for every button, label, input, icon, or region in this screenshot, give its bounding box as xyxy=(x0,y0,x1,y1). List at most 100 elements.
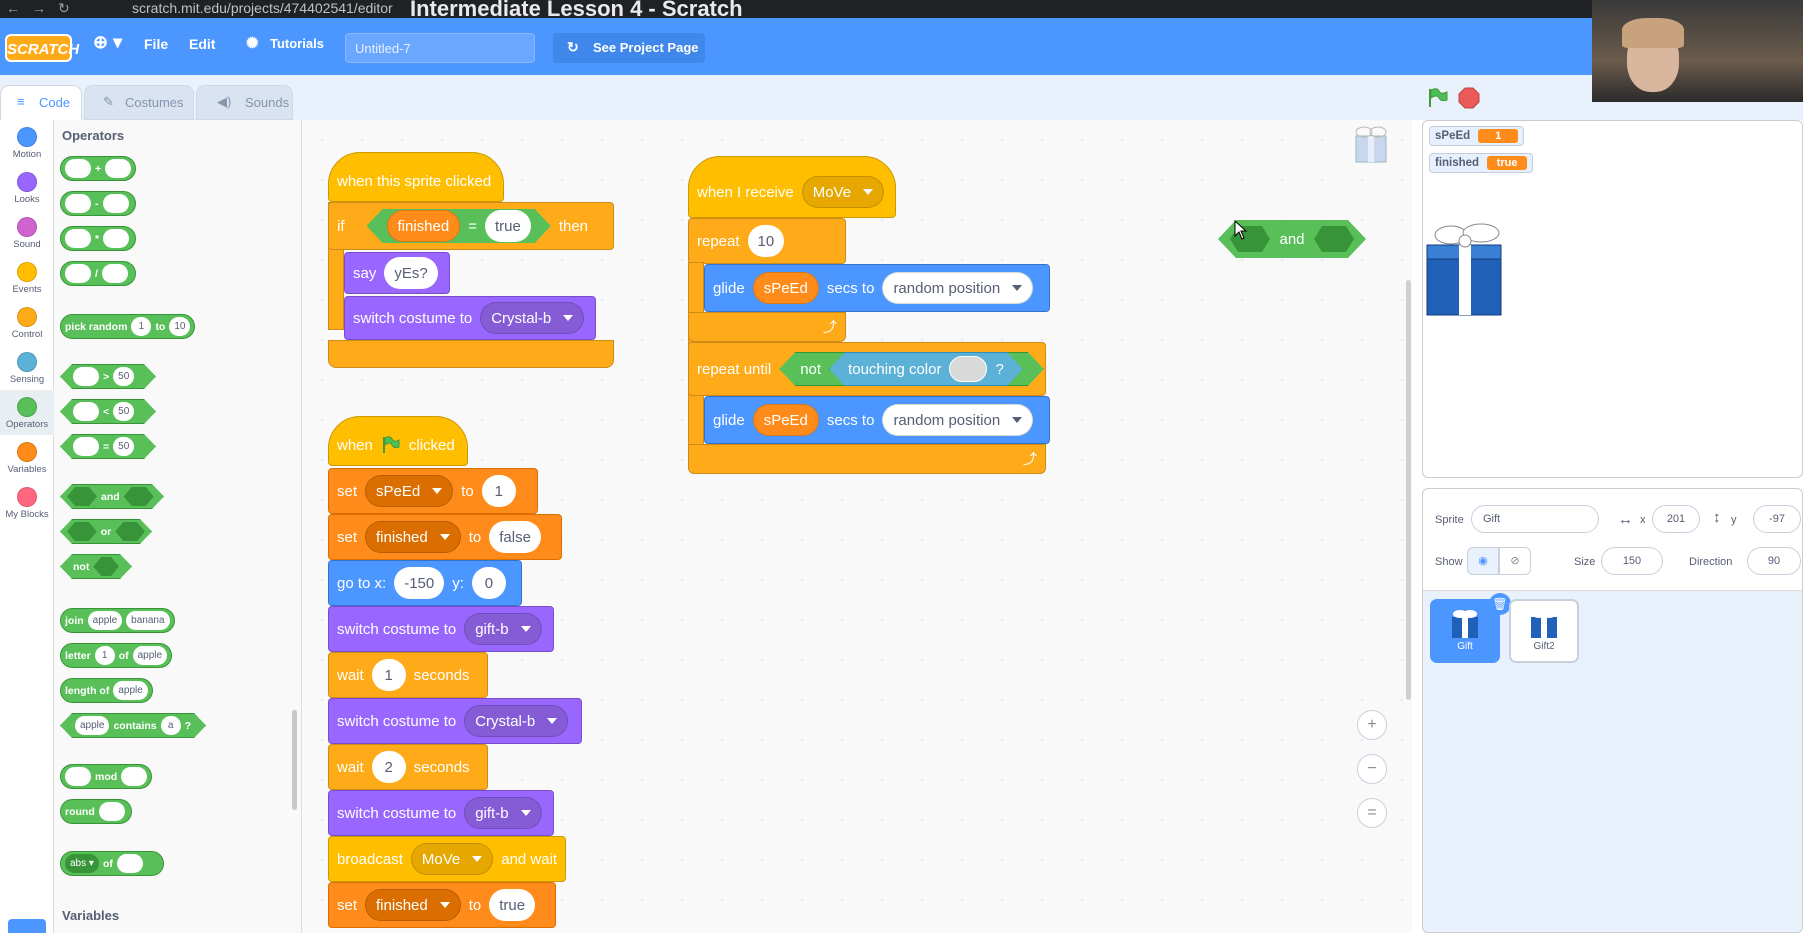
zoom-out-button[interactable]: − xyxy=(1357,754,1387,784)
slot[interactable] xyxy=(65,229,91,248)
value-input[interactable]: 1 xyxy=(481,475,516,507)
add-block[interactable]: + xyxy=(60,156,136,181)
extension-button[interactable] xyxy=(8,919,46,933)
slot[interactable] xyxy=(67,522,97,541)
say-input[interactable]: yEs? xyxy=(384,257,438,289)
category-looks[interactable]: Looks xyxy=(0,165,54,210)
costume-dropdown[interactable]: gift-b xyxy=(464,613,542,645)
slot[interactable]: apple xyxy=(132,646,168,665)
slot[interactable] xyxy=(103,229,130,248)
wait-input[interactable]: 2 xyxy=(371,751,406,783)
file-menu[interactable]: File xyxy=(144,36,168,52)
edit-menu[interactable]: Edit xyxy=(189,36,215,52)
variable-dropdown[interactable]: finished xyxy=(365,889,461,921)
costume-dropdown[interactable]: gift-b xyxy=(464,797,542,829)
mod-block[interactable]: mod xyxy=(60,764,152,789)
costume-dropdown[interactable]: Crystal-b xyxy=(480,302,585,334)
tab-sounds[interactable]: ◀) Sounds xyxy=(196,85,293,120)
letter-of-block[interactable]: letter 1 of apple xyxy=(60,643,173,668)
category-variables[interactable]: Variables xyxy=(0,435,54,480)
x-input[interactable]: 201 xyxy=(1652,505,1700,533)
abs-of-block[interactable]: abs ▾ of xyxy=(60,851,164,876)
stage[interactable]: sPeEd 1 finished true xyxy=(1422,120,1803,478)
target-dropdown[interactable]: random position xyxy=(882,272,1034,304)
scratch-logo[interactable]: SCRATCH xyxy=(5,34,79,62)
x-input[interactable]: -150 xyxy=(394,567,445,599)
pick-random-block[interactable]: pick random 1 to 10 xyxy=(60,314,196,339)
slot[interactable] xyxy=(98,802,125,821)
finished-reporter[interactable]: finished xyxy=(387,210,461,242)
slot[interactable]: 50 xyxy=(113,402,134,421)
slot[interactable]: a xyxy=(161,716,181,735)
zoom-reset-button[interactable]: = xyxy=(1357,798,1387,828)
contains-block[interactable]: apple contains a? xyxy=(60,713,206,738)
repeat-input[interactable]: 10 xyxy=(747,225,785,257)
round-block[interactable]: round xyxy=(60,799,132,824)
value-input[interactable]: true xyxy=(489,889,536,921)
length-of-block[interactable]: length of apple xyxy=(60,678,153,703)
wait-block[interactable]: wait 2 seconds xyxy=(328,744,488,790)
show-hidden-eye-icon[interactable]: ⊘ xyxy=(1499,547,1531,575)
slot[interactable] xyxy=(102,194,129,213)
color-swatch[interactable] xyxy=(949,356,987,382)
repeat-until-block[interactable]: repeat until not touching color ? xyxy=(688,342,1046,396)
slot[interactable] xyxy=(65,767,91,786)
variable-dropdown[interactable]: sPeEd xyxy=(365,475,454,507)
green-flag-icon[interactable] xyxy=(1426,87,1448,109)
not-block[interactable]: not xyxy=(60,554,132,579)
category-sensing[interactable]: Sensing xyxy=(0,345,54,390)
direction-input[interactable]: 90 xyxy=(1747,547,1801,575)
variable-dropdown[interactable]: finished xyxy=(365,521,461,553)
category-sound[interactable]: Sound xyxy=(0,210,54,255)
multiply-block[interactable]: * xyxy=(60,226,136,251)
tab-code[interactable]: ≡ Code xyxy=(0,85,82,120)
slot[interactable]: 1 xyxy=(131,317,152,336)
gift-sprite[interactable] xyxy=(1423,217,1519,319)
slot[interactable]: 50 xyxy=(113,367,134,386)
category-motion[interactable]: Motion xyxy=(0,120,54,165)
slot[interactable]: banana xyxy=(126,611,170,630)
see-project-page-button[interactable]: ↻ See Project Page xyxy=(553,33,705,63)
browser-url[interactable]: scratch.mit.edu/projects/474402541/edito… xyxy=(132,0,393,16)
slot[interactable] xyxy=(73,437,99,456)
subtract-block[interactable]: - xyxy=(60,191,136,216)
category-control[interactable]: Control xyxy=(0,300,54,345)
sprite-name-input[interactable]: Gift xyxy=(1471,505,1599,533)
go-to-xy-block[interactable]: go to x: -150 y: 0 xyxy=(328,560,522,606)
slot[interactable] xyxy=(101,264,128,283)
slot[interactable]: apple xyxy=(87,611,123,630)
speed-reporter[interactable]: sPeEd xyxy=(752,404,819,436)
value-input[interactable]: true xyxy=(485,210,531,242)
y-input[interactable]: -97 xyxy=(1753,505,1801,533)
slot[interactable] xyxy=(65,159,91,178)
zoom-in-button[interactable]: + xyxy=(1357,710,1387,740)
sprite-thumb-gift2[interactable]: Gift2 xyxy=(1509,599,1579,663)
switch-costume-block[interactable]: switch costume to gift-b xyxy=(328,790,554,836)
broadcast-and-wait-block[interactable]: broadcast MoVe and wait xyxy=(328,836,566,882)
slot[interactable] xyxy=(105,159,132,178)
tutorials-button[interactable]: Tutorials xyxy=(270,36,324,51)
divide-block[interactable]: / xyxy=(60,261,136,286)
slot[interactable]: 1 xyxy=(94,646,115,665)
when-i-receive-hat[interactable]: when I receive MoVe xyxy=(688,156,896,218)
category-my-blocks[interactable]: My Blocks xyxy=(0,480,54,525)
set-finished-block[interactable]: set finished to false xyxy=(328,514,562,560)
join-block[interactable]: join apple banana xyxy=(60,608,175,633)
slot[interactable] xyxy=(73,367,99,386)
greater-than-block[interactable]: >50 xyxy=(60,364,156,389)
repeat-block[interactable]: repeat 10 xyxy=(688,218,846,264)
slot[interactable] xyxy=(73,402,99,421)
slot[interactable] xyxy=(93,557,119,576)
set-finished-block[interactable]: set finished to true xyxy=(328,882,556,928)
message-dropdown[interactable]: MoVe xyxy=(410,843,494,875)
target-dropdown[interactable]: random position xyxy=(882,404,1034,436)
show-visible-eye-icon[interactable]: ◉ xyxy=(1467,547,1499,575)
palette-scrollbar[interactable] xyxy=(292,710,297,810)
delete-sprite-icon[interactable]: 🗑 xyxy=(1489,593,1511,615)
not-condition[interactable]: not touching color ? xyxy=(779,352,1044,386)
message-dropdown[interactable]: MoVe xyxy=(801,176,885,208)
slot[interactable]: 50 xyxy=(113,437,134,456)
slot[interactable]: 10 xyxy=(169,317,191,336)
switch-costume-block[interactable]: switch costume to Crystal-b xyxy=(344,296,596,340)
tab-costumes[interactable]: ✎ Costumes xyxy=(84,85,194,120)
